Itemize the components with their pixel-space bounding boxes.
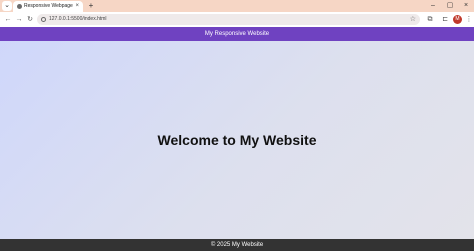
site-header: My Responsive Website	[0, 27, 474, 41]
address-bar[interactable]: 127.0.0.1:5500/index.html ☆	[37, 14, 420, 25]
new-tab-button[interactable]: +	[87, 1, 95, 11]
forward-icon[interactable]: →	[14, 14, 24, 25]
site-footer: © 2025 My Website	[0, 239, 474, 251]
page-title: Welcome to My Website	[157, 132, 317, 148]
url-text[interactable]: 127.0.0.1:5500/index.html	[49, 16, 107, 23]
globe-icon	[17, 4, 22, 9]
main-content: Welcome to My Website	[0, 41, 474, 239]
menu-icon[interactable]: ⋮	[464, 14, 474, 25]
window-close-icon[interactable]: ×	[459, 1, 473, 11]
bookmark-star-icon[interactable]: ☆	[410, 15, 416, 24]
sidebar-icon[interactable]: ⊏	[440, 14, 450, 25]
minimize-icon[interactable]: –	[426, 1, 440, 11]
tab-search-icon[interactable]: ⌄	[2, 1, 12, 11]
site-info-icon[interactable]	[41, 17, 46, 22]
browser-toolbar: ← → ↻ 127.0.0.1:5500/index.html ☆ ⧉ ⊏ M …	[0, 12, 474, 27]
back-icon[interactable]: ←	[3, 14, 13, 25]
header-title: My Responsive Website	[204, 31, 270, 37]
tab-strip: ⌄ Responsive Webpage × + – ▢ ×	[0, 0, 474, 12]
maximize-icon[interactable]: ▢	[443, 1, 457, 11]
tab-responsive-webpage[interactable]: Responsive Webpage ×	[13, 1, 83, 12]
footer-text: © 2025 My Website	[210, 242, 264, 248]
tab-close-icon[interactable]: ×	[75, 3, 79, 10]
tab-title: Responsive Webpage	[24, 3, 73, 9]
extensions-icon[interactable]: ⧉	[425, 14, 435, 25]
avatar[interactable]: M	[453, 15, 462, 24]
reload-icon[interactable]: ↻	[25, 14, 35, 25]
